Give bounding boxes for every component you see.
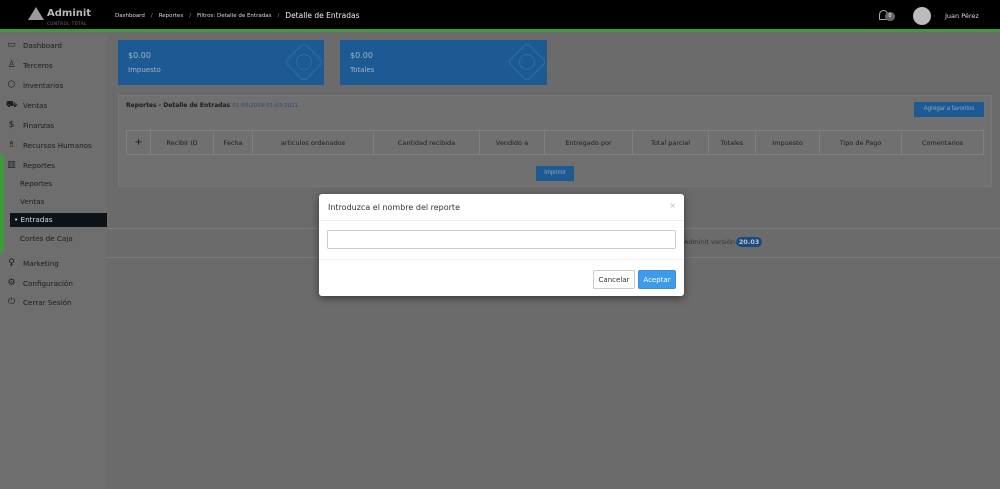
sidebar-item-label: Terceros	[23, 61, 53, 70]
sidebar-item-cerrar-sesion[interactable]: ⏻ Cerrar Sesión	[6, 297, 72, 308]
sidebar-item-label: Ventas	[23, 101, 48, 110]
report-title: Reportes - Detalle de Entradas 01-03-201…	[126, 102, 298, 109]
dialog-title: Introduzca el nombre del reporte	[328, 203, 460, 212]
sidebar-item-label: Marketing	[23, 259, 59, 268]
card-label: Impuesto	[128, 66, 161, 74]
bar-chart-icon: ▥	[7, 160, 16, 170]
sidebar-active-section-bar	[0, 155, 4, 252]
version-label: Adminit versión	[684, 238, 735, 246]
breadcrumb: Dashboard / Reportes / Filtros: Detalle …	[115, 11, 360, 20]
column-header[interactable]: Total parcial	[633, 131, 709, 154]
breadcrumb-dashboard[interactable]: Dashboard	[115, 13, 145, 19]
cart-icon: ⛟	[6, 100, 18, 110]
dialog-divider	[319, 220, 684, 221]
sidebar-item-label: Recursos Humanos	[23, 141, 92, 150]
print-button[interactable]: Imprimir	[536, 166, 574, 181]
column-header[interactable]: articulos ordenados	[253, 131, 374, 154]
sidebar-item-dashboard[interactable]: ▭ Dashboard	[6, 40, 62, 51]
breadcrumb-reportes[interactable]: Reportes	[159, 13, 183, 19]
column-header[interactable]: Totales	[709, 131, 756, 154]
close-icon[interactable]: ×	[669, 202, 676, 210]
sidebar-subitem-cortes-de-caja[interactable]: Cortes de Caja	[20, 234, 73, 243]
power-icon: ⏻	[7, 297, 16, 307]
top-navbar: Adminit CONTROL TOTAL Dashboard / Report…	[0, 0, 1000, 32]
breadcrumb-filtros[interactable]: Filtros: Detalle de Entradas	[197, 13, 271, 19]
box-icon: ⬡	[7, 80, 16, 90]
breadcrumb-separator: /	[277, 12, 280, 19]
column-header[interactable]: Cantidad recibida	[374, 131, 480, 154]
cancel-button[interactable]: Cancelar	[593, 270, 635, 289]
sidebar-item-marketing[interactable]: ♀ Marketing	[6, 258, 59, 269]
sidebar-item-label: Reportes	[23, 161, 55, 170]
sidebar-item-terceros[interactable]: ♙ Terceros	[6, 60, 53, 71]
seal-center-icon	[519, 54, 535, 70]
seal-center-icon	[296, 54, 312, 70]
sidebar-item-finanzas[interactable]: $ Finanzas	[6, 120, 55, 131]
sidebar-subitem-entradas[interactable]: • Entradas	[10, 213, 107, 227]
sidebar-item-recursos-humanos[interactable]: ♗ Recursos Humanos	[6, 140, 92, 151]
logo-text: Adminit	[47, 7, 92, 19]
notifications-button[interactable]: 0	[879, 9, 899, 23]
breadcrumb-separator: /	[150, 12, 153, 19]
card-impuesto: $0.00 Impuesto	[118, 40, 324, 85]
column-header[interactable]: Comentarios	[902, 131, 983, 154]
report-date-range: 01-03-2019-01-03-2021	[232, 103, 299, 109]
logo[interactable]: Adminit CONTROL TOTAL	[28, 7, 92, 26]
sidebar-subitem-label: Entradas	[20, 215, 53, 224]
column-header[interactable]: Tipo de Pago	[820, 131, 902, 154]
logo-subtext: CONTROL TOTAL	[47, 21, 87, 26]
sidebar-item-label: Inventarios	[23, 81, 64, 90]
avatar[interactable]	[913, 7, 931, 25]
dollar-icon: $	[8, 120, 15, 130]
monitor-icon: ▭	[7, 40, 16, 50]
column-header[interactable]: Fecha	[214, 131, 253, 154]
sidebar-item-label: Dashboard	[23, 41, 62, 50]
column-header[interactable]: Impuesto	[756, 131, 820, 154]
report-title-text: Reportes - Detalle de Entradas	[126, 102, 231, 109]
gear-icon: ⚙	[7, 278, 16, 288]
breadcrumb-separator: /	[189, 12, 192, 19]
sidebar-item-reportes[interactable]: ▥ Reportes	[6, 160, 55, 171]
sidebar-item-inventarios[interactable]: ⬡ Inventarios	[6, 80, 64, 91]
sidebar-item-configuracion[interactable]: ⚙ Configuración	[6, 278, 73, 289]
report-table-header: + Recibir ID Fecha articulos ordenados C…	[126, 130, 984, 155]
dialog-divider	[319, 259, 684, 260]
column-header[interactable]: Recibir ID	[151, 131, 214, 154]
report-name-input[interactable]	[327, 230, 676, 249]
expand-column-icon[interactable]: +	[127, 131, 151, 154]
add-to-favorites-button[interactable]: Agregar a favoritos	[914, 102, 984, 117]
bulb-icon: ♀	[8, 258, 15, 268]
user-name[interactable]: Juan Pérez	[945, 12, 979, 20]
column-header[interactable]: Vendido a	[480, 131, 545, 154]
sidebar-subitem-reportes[interactable]: Reportes	[20, 179, 52, 188]
notification-count-badge: 0	[885, 12, 895, 21]
version-badge: 20.03	[736, 237, 762, 247]
sidebar-subitem-ventas[interactable]: Ventas	[20, 197, 44, 206]
column-header[interactable]: Entregado por	[545, 131, 633, 154]
logo-mark-icon	[28, 7, 44, 20]
breadcrumb-current: Detalle de Entradas	[285, 11, 360, 20]
accept-button[interactable]: Aceptar	[638, 270, 676, 289]
report-name-dialog: Introduzca el nombre del reporte × Cance…	[319, 194, 684, 296]
card-totales: $0.00 Totales	[340, 40, 547, 85]
sidebar-item-ventas[interactable]: ⛟ Ventas	[6, 100, 48, 111]
sidebar-item-label: Cerrar Sesión	[23, 298, 72, 307]
sidebar-item-label: Configuración	[23, 279, 73, 288]
people-icon: ♗	[7, 140, 16, 150]
user-icon: ♙	[7, 60, 16, 70]
card-label: Totales	[350, 66, 375, 74]
sidebar-item-label: Finanzas	[23, 121, 55, 130]
